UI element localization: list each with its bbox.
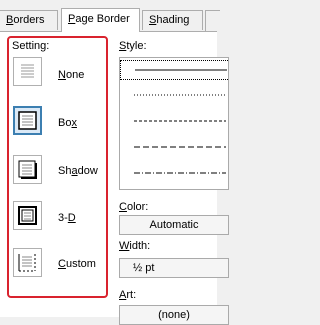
tab-page-border[interactable]: Page Border — [61, 8, 140, 32]
access-key-char: S — [149, 14, 157, 26]
access-key-char: S — [119, 40, 127, 52]
access-key-char: C — [119, 201, 127, 213]
access-key-char: W — [119, 240, 130, 252]
access-key-char: B — [6, 14, 14, 26]
tab-page-border-label: Page Border — [68, 13, 130, 25]
color-value: Automatic — [149, 219, 199, 231]
color-label: Color: — [119, 201, 149, 213]
style-item-dashed[interactable] — [120, 138, 228, 158]
solid-line-glyph — [135, 69, 227, 71]
style-heading: Style: — [119, 40, 147, 52]
width-label: Width: — [119, 240, 151, 252]
tab-strip: Borders Page Border Shading — [0, 0, 220, 32]
dash-line-glyph — [134, 146, 226, 148]
style-item-dash-dot[interactable] — [120, 164, 228, 184]
tab-shading[interactable]: Shading — [142, 10, 203, 30]
short-dash-line-glyph — [134, 120, 226, 122]
tab-shading-label: Shading — [149, 14, 190, 26]
style-item-solid[interactable] — [120, 60, 228, 80]
art-label: Art: — [119, 289, 137, 301]
dash-dot-line-glyph — [134, 172, 226, 174]
color-dropdown[interactable]: Automatic — [119, 215, 229, 235]
style-item-dotted[interactable] — [120, 86, 228, 106]
access-key-char: P — [68, 13, 76, 25]
tab-borders[interactable]: Borders — [0, 10, 58, 30]
access-key-char: A — [119, 289, 127, 301]
art-dropdown[interactable]: (none) — [119, 305, 229, 325]
art-value: (none) — [158, 309, 190, 321]
tab-borders-label: Borders — [6, 14, 45, 26]
dotted-line-glyph — [134, 94, 226, 96]
width-dropdown[interactable]: ½ pt — [119, 258, 229, 278]
setting-highlight-box — [7, 36, 108, 298]
tab-strip-extra — [205, 10, 220, 32]
width-value: ½ pt — [133, 262, 155, 274]
style-item-dashed-short[interactable] — [120, 112, 228, 132]
style-list[interactable] — [119, 57, 229, 190]
